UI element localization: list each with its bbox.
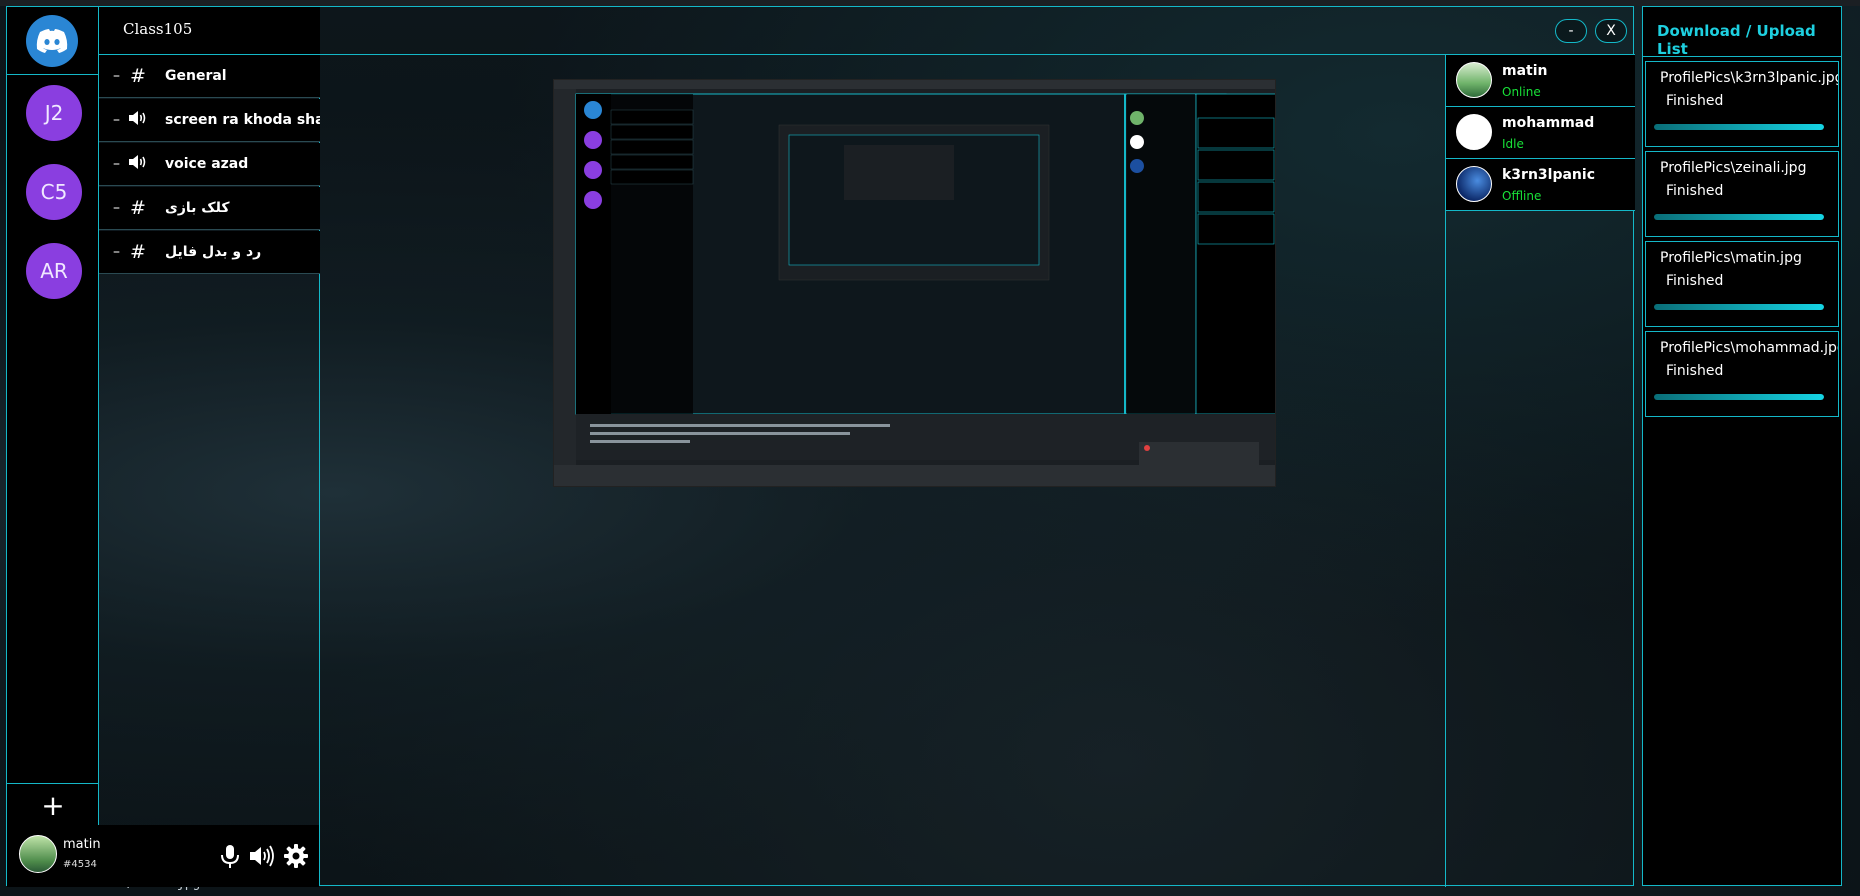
progress-bar [1654,214,1824,220]
collapse-dash: – [113,244,120,260]
channel-name: کلک بازی [165,200,230,216]
member-name: mohammad [1502,115,1595,131]
collapse-dash: – [113,68,120,84]
close-button[interactable]: X [1595,19,1627,43]
transfer-status: Finished [1666,93,1724,109]
collapse-dash: – [113,112,120,128]
channel-item-general[interactable]: – # General [99,55,320,98]
channel-item-screen-share[interactable]: – screen ra khoda share kar [99,99,320,142]
channel-item-kalak-bazi[interactable]: – # کلک بازی [99,187,320,230]
progress-fill [1654,304,1824,310]
server-label: AR [40,259,68,283]
hash-icon: # [130,241,146,263]
user-name: matin [63,837,101,852]
channel-name: screen ra khoda share kar [165,112,320,128]
avatar [1456,114,1492,150]
transfer-status: Finished [1666,273,1724,289]
screen-share-stream[interactable] [553,79,1277,487]
avatar [1456,62,1492,98]
member-item-matin[interactable]: matin Online [1446,55,1635,107]
stream-preview-image [554,80,1277,486]
progress-fill [1654,214,1824,220]
file-path: ProfilePics\matin.jpg [1660,250,1802,266]
server-ar[interactable]: AR [26,243,82,299]
progress-fill [1654,124,1824,130]
file-path: ProfilePics\zeinali.jpg [1660,160,1807,176]
panel-title: Download / Upload List [1643,7,1841,58]
download-item[interactable]: ProfilePics\k3rn3lpanic.jpg Finished [1645,61,1839,147]
collapse-dash: – [113,156,120,172]
user-panel: matin #4534 [7,825,319,887]
channel-item-voice-azad[interactable]: – voice azad [99,143,320,186]
avatar [1456,166,1492,202]
progress-bar [1654,124,1824,130]
speaker-icon [127,153,149,175]
progress-fill [1654,394,1824,400]
main-header: - X [320,7,1635,55]
collapse-dash: – [113,200,120,216]
server-rail: J2 C5 AR + [7,7,99,885]
download-item[interactable]: ProfilePics\matin.jpg Finished [1645,241,1839,327]
member-name: matin [1502,63,1548,79]
guild-title: Class105 [99,7,320,55]
avatar[interactable] [19,835,57,873]
channel-name: رد و بدل فایل [165,244,262,260]
minimize-button[interactable]: - [1555,19,1587,43]
progress-bar [1654,394,1824,400]
discord-logo-icon[interactable] [26,15,78,67]
speaker-icon[interactable] [248,843,274,869]
gear-icon[interactable] [283,843,309,869]
channel-name: voice azad [165,156,249,172]
transfer-status: Finished [1666,183,1724,199]
server-label: C5 [40,180,68,204]
download-item[interactable]: ProfilePics\zeinali.jpg Finished [1645,151,1839,237]
user-tag: #4534 [63,859,97,870]
member-item-k3rn3lpanic[interactable]: k3rn3lpanic Offline [1446,159,1635,211]
download-upload-panel: Download / Upload List ProfilePics\k3rn3… [1642,6,1842,886]
member-item-mohammad[interactable]: mohammad Idle [1446,107,1635,159]
member-status: Online [1502,85,1541,99]
channel-name: General [165,68,227,84]
transfer-status: Finished [1666,363,1724,379]
server-c5[interactable]: C5 [26,164,82,220]
speaker-icon [127,109,149,131]
member-status: Offline [1502,189,1542,203]
file-path: ProfilePics\mohammad.jpg [1660,340,1839,356]
download-item[interactable]: ProfilePics\mohammad.jpg Finished [1645,331,1839,417]
hash-icon: # [130,197,146,219]
member-status: Idle [1502,137,1524,151]
channel-sidebar: Class105 – # General – screen ra khoda s… [99,7,320,885]
rail-divider [7,74,99,75]
microphone-icon[interactable] [217,843,243,869]
hash-icon: # [130,65,146,87]
server-j2[interactable]: J2 [26,85,82,141]
chat-app-window: J2 C5 AR + Class105 – # General – screen… [6,6,1635,887]
progress-bar [1654,304,1824,310]
file-path: ProfilePics\k3rn3lpanic.jpg [1660,70,1839,86]
server-label: J2 [44,101,64,125]
member-name: k3rn3lpanic [1502,167,1595,183]
member-list: matin Online mohammad Idle k3rn3lpanic O… [1445,55,1635,887]
add-server-button[interactable]: + [7,783,99,827]
channel-item-file-exchange[interactable]: – # رد و بدل فایل [99,231,320,274]
